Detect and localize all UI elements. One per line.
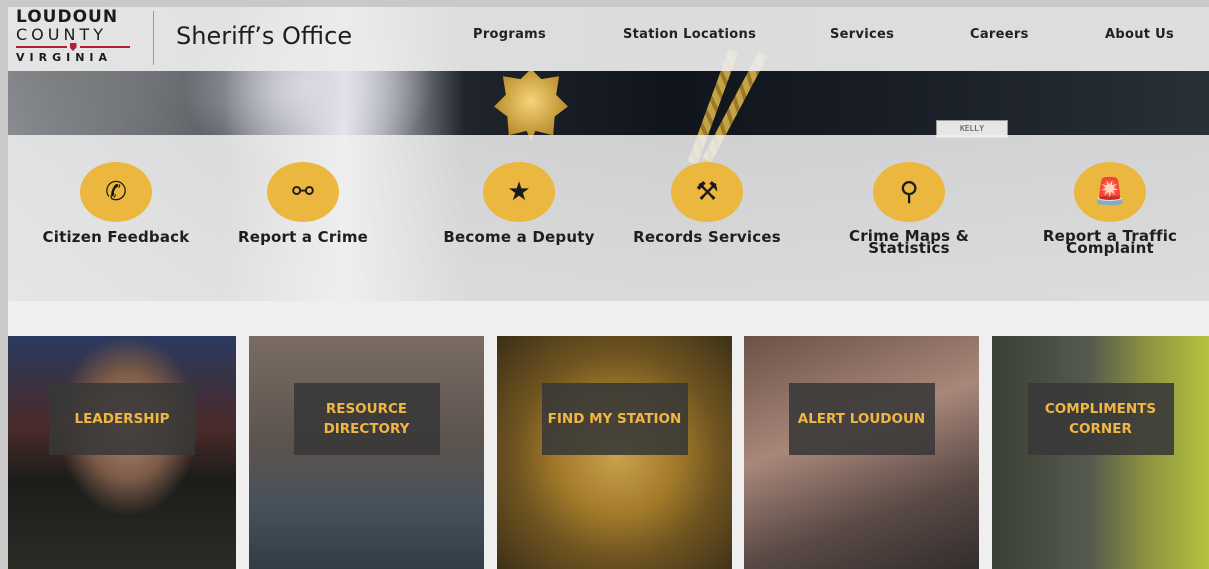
shield-icon [69,43,77,51]
quick-link-report-crime[interactable]: ⚯ Report a Crime [218,162,388,246]
quick-link-label: Report a Traffic Complaint [1042,227,1178,257]
logo-text-loudoun: LOUDOUN [16,7,119,27]
card-compliments-corner[interactable]: COMPLIMENTS CORNER [992,336,1209,569]
badge-image [494,69,568,141]
map-pin-icon: ⚲ [873,162,945,222]
county-logo[interactable]: LOUDOUN COUNTY VIRGINIA [16,9,136,69]
quick-link-become-deputy[interactable]: ★ Become a Deputy [434,162,604,246]
phone-icon: ✆ [80,162,152,222]
siren-icon: 🚨 [1074,162,1146,222]
nav-station-locations[interactable]: Station Locations [623,27,756,42]
quick-link-label: Become a Deputy [443,228,595,246]
card-label: ALERT LOUDOUN [788,383,935,455]
nav-services[interactable]: Services [830,27,894,42]
quick-link-label: Crime Maps & Statistics [849,227,969,257]
logo-divider [153,11,154,65]
gavel-icon: ⚒ [671,162,743,222]
nav-about-us[interactable]: About Us [1105,27,1174,42]
logo-rule [16,43,130,51]
nav-careers[interactable]: Careers [970,27,1029,42]
card-leadership[interactable]: LEADERSHIP [8,336,236,569]
logo-text-county: COUNTY [16,25,107,44]
card-alert-loudoun[interactable]: ALERT LOUDOUN [744,336,979,569]
quick-link-records-services[interactable]: ⚒ Records Services [622,162,792,246]
quick-link-label: Records Services [633,228,781,246]
quick-link-label: Report a Crime [237,228,369,246]
nav-programs[interactable]: Programs [473,27,546,42]
quick-link-citizen-feedback[interactable]: ✆ Citizen Feedback [31,162,201,246]
site-header: LOUDOUN COUNTY VIRGINIA Sheriff’s Office… [8,7,1209,71]
quick-link-label: Citizen Feedback [42,228,190,246]
site-title[interactable]: Sheriff’s Office [176,22,352,50]
card-label: COMPLIMENTS CORNER [1027,383,1174,455]
star-icon: ★ [483,162,555,222]
handcuffs-icon: ⚯ [267,162,339,222]
page: KELLY LOUDOUN COUNTY VIRGINIA Sheriff’s … [8,7,1209,569]
logo-text-virginia: VIRGINIA [16,51,113,64]
quick-link-traffic-complaint[interactable]: 🚨 Report a Traffic Complaint [1025,162,1195,257]
card-resource-directory[interactable]: RESOURCE DIRECTORY [249,336,484,569]
card-label: FIND MY STATION [541,383,688,455]
card-label: LEADERSHIP [49,383,195,455]
card-find-my-station[interactable]: FIND MY STATION [497,336,732,569]
card-label: RESOURCE DIRECTORY [293,383,440,455]
quick-link-crime-maps[interactable]: ⚲ Crime Maps & Statistics [824,162,994,257]
